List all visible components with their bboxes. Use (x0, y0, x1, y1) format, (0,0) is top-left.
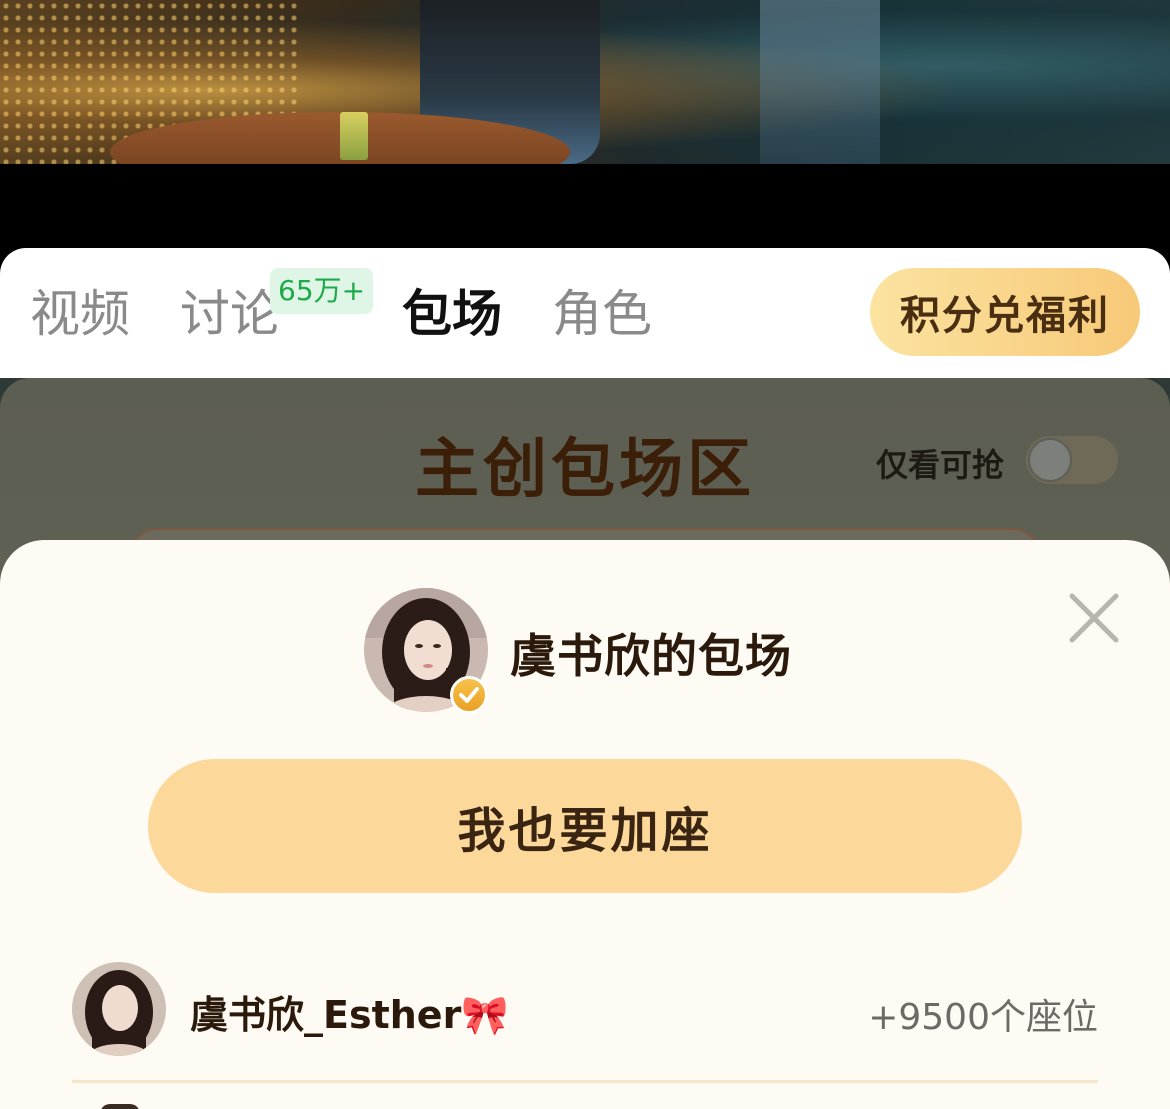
list-item-name: 虞书欣_Esther🎀 (190, 993, 509, 1037)
list-item[interactable]: 虞书欣_Esther🎀 +9500个座位 (72, 962, 1098, 1058)
list-item-avatar (72, 962, 166, 1056)
join-seat-button[interactable]: 我也要加座 (148, 759, 1022, 893)
video-letterbox (0, 164, 1170, 254)
only-grab-toggle[interactable] (1026, 436, 1118, 484)
scene-glass (340, 112, 368, 160)
close-icon[interactable] (1066, 590, 1122, 646)
video-player-frame[interactable] (0, 0, 1170, 164)
tab-videos[interactable]: 视频 (30, 282, 130, 346)
scene-figure-background (760, 0, 880, 164)
only-grab-label: 仅看可抢 (876, 446, 1005, 484)
points-rewards-button[interactable]: 积分兑福利 (870, 268, 1140, 356)
sheet-title: 虞书欣的包场 (510, 629, 792, 683)
tab-screening[interactable]: 包场 (402, 282, 502, 346)
tab-discussion[interactable]: 讨论 (180, 282, 280, 346)
toggle-knob (1028, 438, 1072, 482)
list-divider (72, 1080, 1098, 1083)
verified-check-icon (450, 676, 488, 714)
tab-roles[interactable]: 角色 (552, 282, 652, 346)
list-item-avatar-next (100, 1104, 140, 1109)
discussion-count-badge: 65万+ (270, 268, 374, 314)
list-item-seats: +9500个座位 (868, 997, 1098, 1038)
